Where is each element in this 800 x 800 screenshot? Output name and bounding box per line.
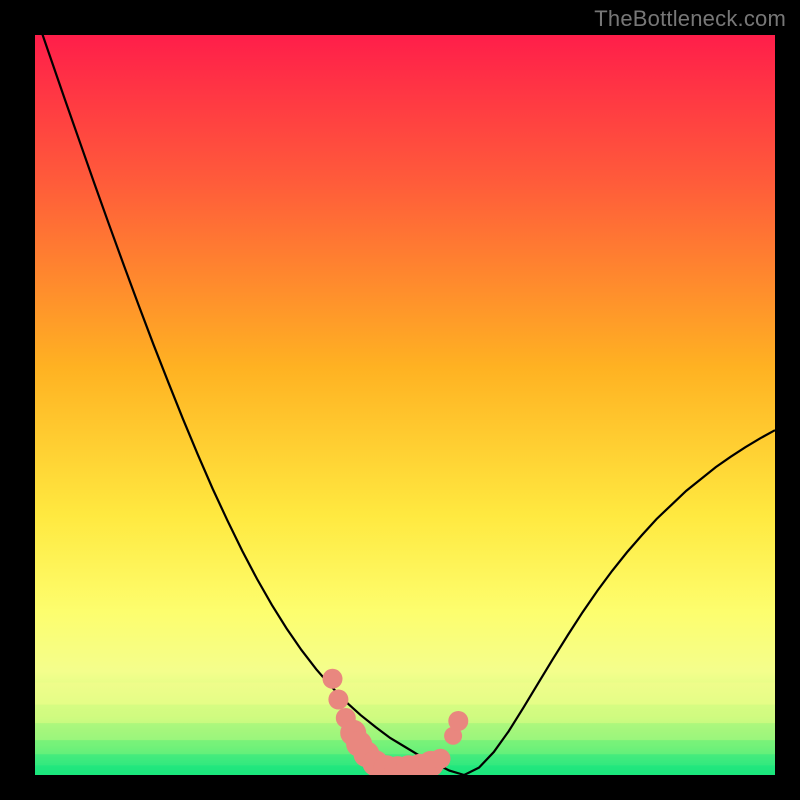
gradient-background [35,35,775,775]
chart-plot-area [35,35,775,775]
marker-dot [448,711,468,731]
attribution-label: TheBottleneck.com [594,6,786,32]
marker-dot [328,690,348,710]
chart-svg [35,35,775,775]
marker-dot [323,669,343,689]
chart-frame: TheBottleneck.com [0,0,800,800]
marker-dot [431,749,451,769]
